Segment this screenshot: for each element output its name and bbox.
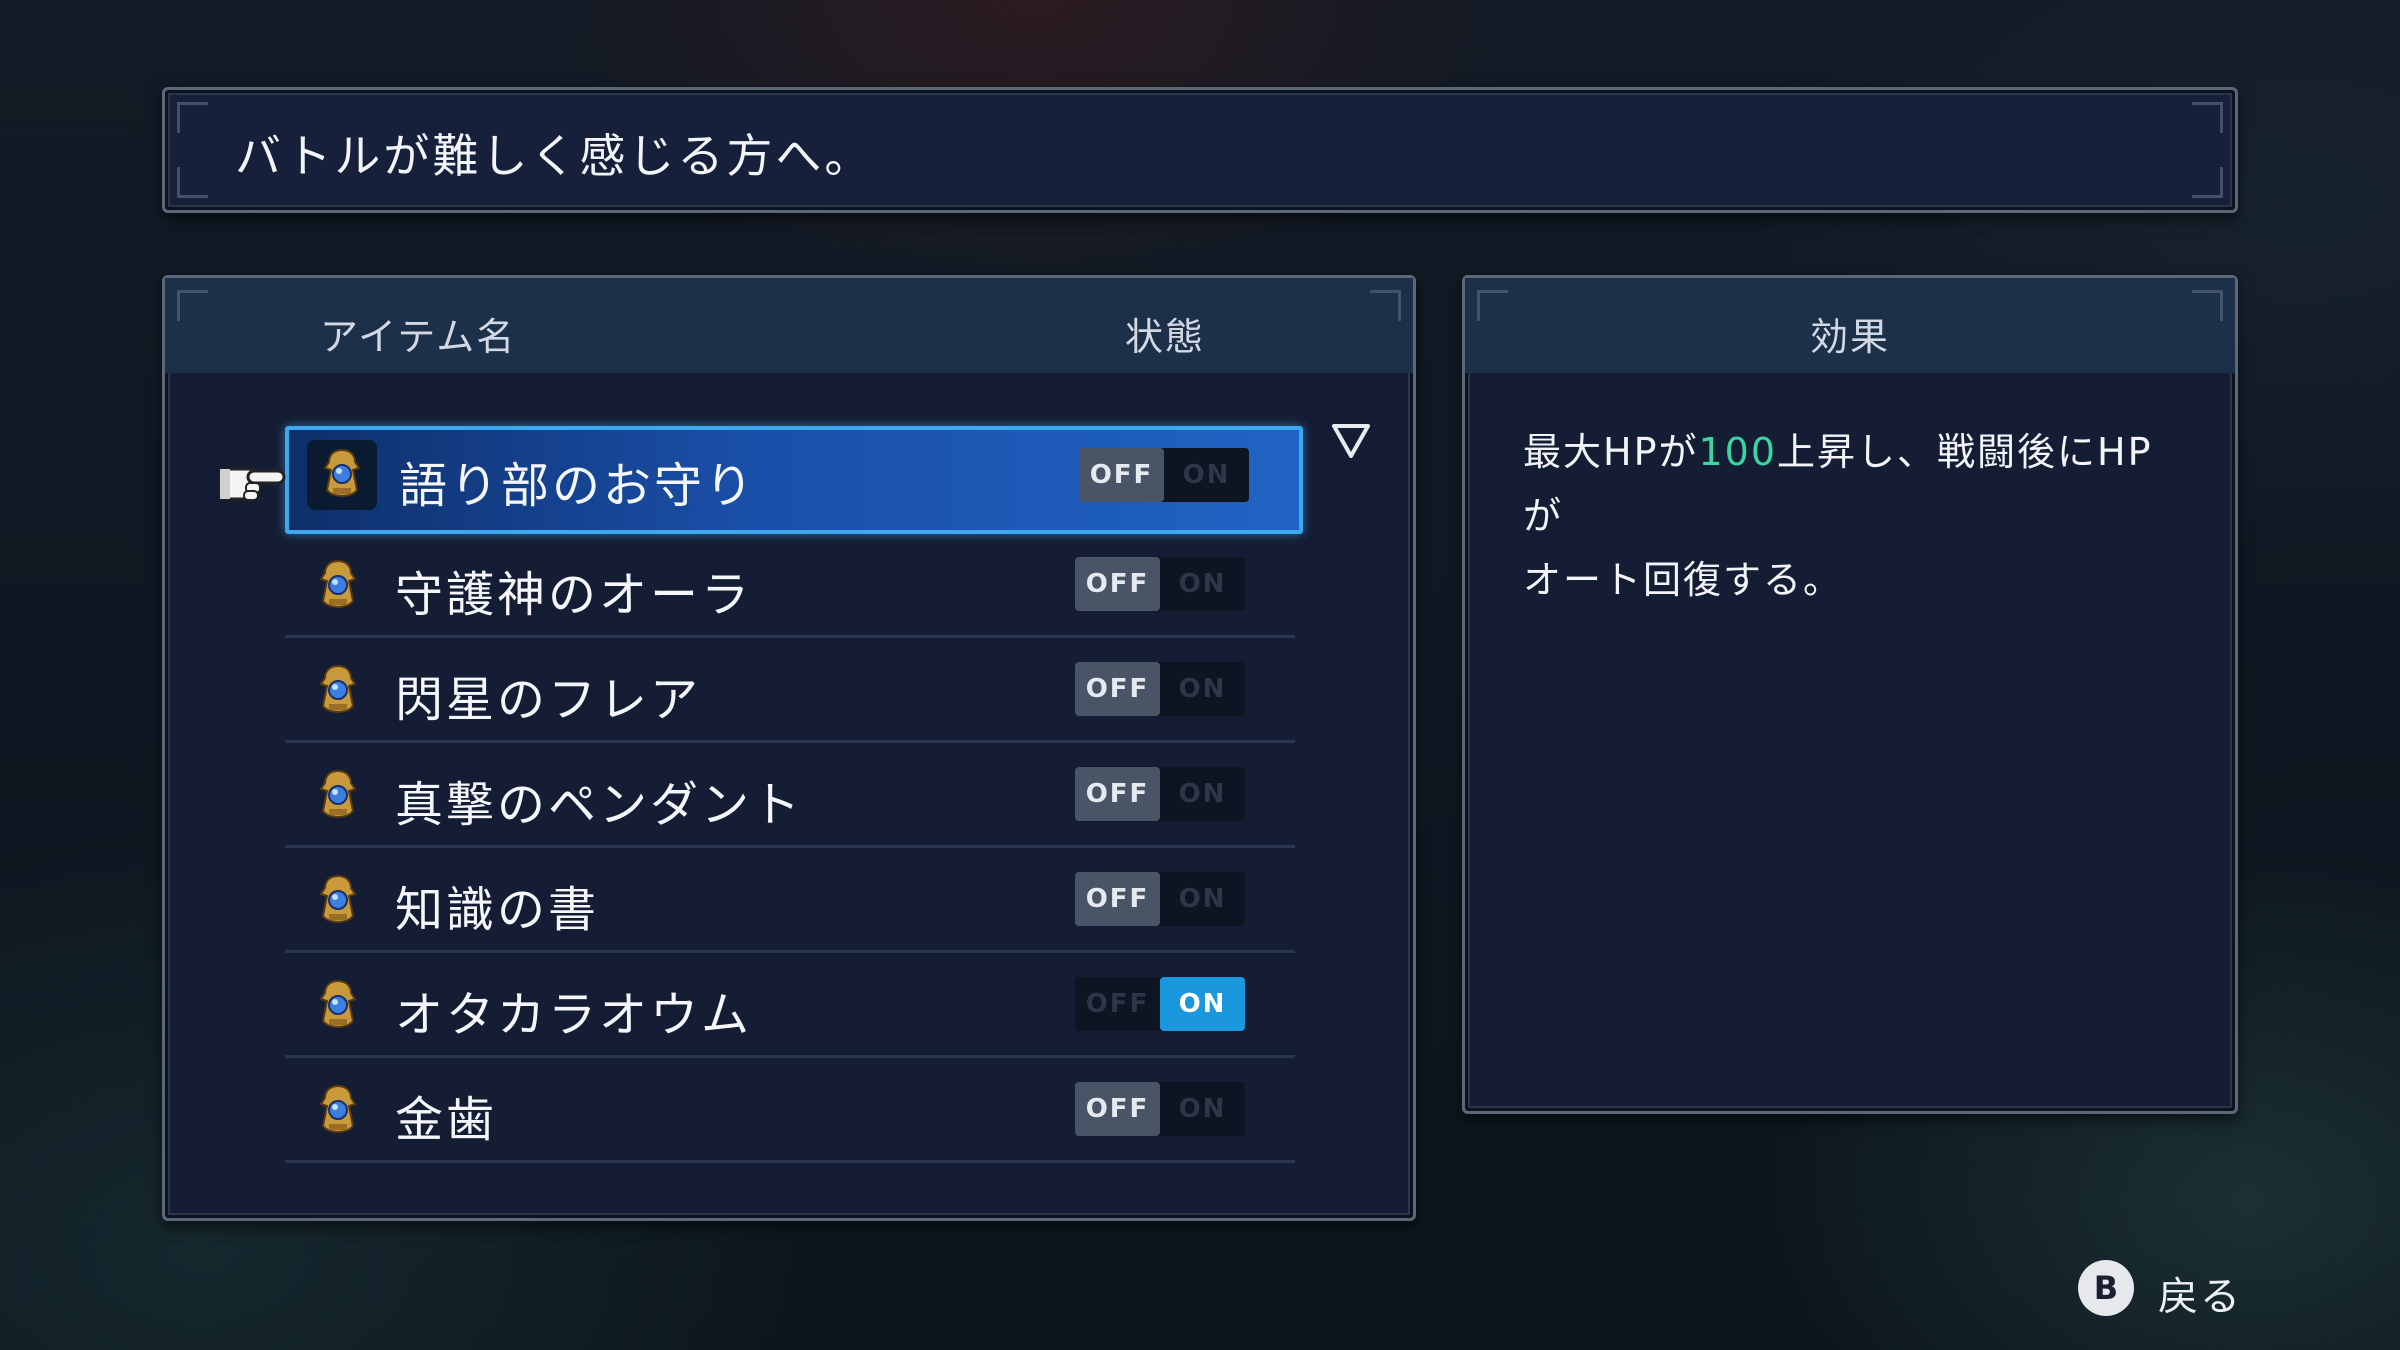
on-off-toggle[interactable]: OFF ON [1075, 872, 1245, 926]
toggle-off-option[interactable]: OFF [1075, 1082, 1160, 1136]
panel-ornament [177, 167, 208, 198]
toggle-on-option[interactable]: ON [1160, 557, 1245, 611]
column-header-item-name: アイテム名 [320, 315, 517, 359]
effect-text-line2: オート回復する。 [1523, 558, 1844, 602]
effect-panel: 効果 最大HPが100上昇し、戦闘後にHPが オート回復する。 [1462, 275, 2238, 1114]
on-off-toggle[interactable]: OFF ON [1075, 557, 1245, 611]
toggle-on-option[interactable]: ON [1160, 977, 1245, 1031]
item-row[interactable]: 閃星のフレア OFF ON [285, 640, 1295, 743]
triangle-down-icon[interactable] [1330, 420, 1372, 462]
column-header-state: 状態 [1125, 315, 1206, 359]
on-off-toggle[interactable]: OFF ON [1075, 1082, 1245, 1136]
on-off-toggle[interactable]: OFF ON [1075, 767, 1245, 821]
panel-ornament [2192, 102, 2223, 133]
item-row[interactable]: 金歯 OFF ON [285, 1060, 1295, 1163]
amulet-icon [307, 555, 369, 617]
item-label: 守護神のオーラ [395, 567, 753, 623]
description-panel: バトルが難しく感じる方へ。 [162, 87, 2238, 213]
item-row[interactable]: 守護神のオーラ OFF ON [285, 535, 1295, 638]
pointing-hand-icon [218, 467, 286, 501]
description-text: バトルが難しく感じる方へ。 [235, 129, 874, 183]
toggle-off-option[interactable]: OFF [1075, 872, 1160, 926]
toggle-on-option[interactable]: ON [1160, 662, 1245, 716]
effect-title: 効果 [1809, 315, 1890, 359]
toggle-off-option[interactable]: OFF [1075, 662, 1160, 716]
item-row[interactable]: オタカラオウム OFF ON [285, 955, 1295, 1058]
back-label: 戻る [2158, 1274, 2242, 1320]
effect-header: 効果 [1465, 278, 2235, 373]
item-row[interactable]: 真撃のペンダント OFF ON [285, 745, 1295, 848]
toggle-on-option[interactable]: ON [1164, 448, 1249, 502]
item-label: 語り部のお守り [399, 458, 757, 514]
amulet-icon [307, 660, 369, 722]
panel-ornament [2192, 167, 2223, 198]
item-label: 真撃のペンダント [395, 777, 804, 833]
item-list-panel: アイテム名 状態 語り部のお守り OFF ON 守護神のオーラ OFF ON 閃星のフレア O… [162, 275, 1416, 1221]
item-label: 閃星のフレア [395, 672, 702, 728]
item-row[interactable]: 語り部のお守り OFF ON [285, 426, 1303, 534]
on-off-toggle[interactable]: OFF ON [1079, 448, 1249, 502]
effect-value: 100 [1698, 430, 1778, 474]
panel-ornament [1370, 290, 1401, 321]
amulet-icon [307, 870, 369, 932]
on-off-toggle[interactable]: OFF ON [1075, 977, 1245, 1031]
item-label: 知識の書 [395, 882, 600, 938]
item-row[interactable]: 知識の書 OFF ON [285, 850, 1295, 953]
on-off-toggle[interactable]: OFF ON [1075, 662, 1245, 716]
toggle-off-option[interactable]: OFF [1079, 448, 1164, 502]
toggle-on-option[interactable]: ON [1160, 872, 1245, 926]
amulet-icon [307, 975, 369, 1037]
toggle-on-option[interactable]: ON [1160, 767, 1245, 821]
b-button-icon[interactable]: B [2078, 1260, 2134, 1316]
toggle-off-option[interactable]: OFF [1075, 557, 1160, 611]
amulet-icon [307, 765, 369, 827]
amulet-icon [307, 1080, 369, 1142]
panel-ornament [177, 102, 208, 133]
list-header: アイテム名 状態 [165, 278, 1413, 373]
amulet-icon [307, 440, 377, 510]
item-label: オタカラオウム [395, 987, 753, 1043]
panel-ornament [177, 290, 208, 321]
toggle-off-option[interactable]: OFF [1075, 767, 1160, 821]
item-label: 金歯 [395, 1092, 498, 1148]
toggle-off-option[interactable]: OFF [1075, 977, 1160, 1031]
effect-text-part1: 最大HPが [1523, 430, 1699, 474]
effect-description: 最大HPが100上昇し、戦闘後にHPが オート回復する。 [1523, 420, 2173, 612]
toggle-on-option[interactable]: ON [1160, 1082, 1245, 1136]
